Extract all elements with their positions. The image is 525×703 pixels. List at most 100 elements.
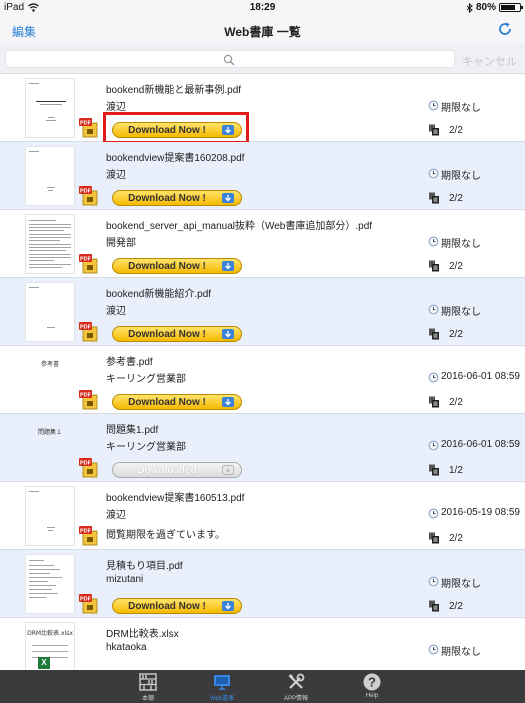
download-arrow-icon [222,601,234,611]
clock-icon [428,100,439,111]
document-owner: mizutani [106,574,144,585]
downloaded-button-label: Downloaded [137,465,197,476]
document-row[interactable]: PDF bookend新機能と最新事例.pdf 渡辺 Download Now … [0,74,525,144]
document-thumbnail [25,146,75,206]
document-owner: 渡辺 [106,306,126,317]
expiry-label: 2016-06-01 08:59 [441,439,520,450]
expiry-label: 期限なし [441,579,481,590]
download-now-button[interactable]: Download Now ! [112,190,242,206]
highlight-annotation [103,112,249,144]
document-owner: キーリング営業部 [106,442,186,453]
search-input[interactable] [5,50,455,68]
svg-text:PDF: PDF [80,256,92,262]
clock-icon [428,576,439,587]
tab-app-info[interactable]: APP情報 [266,670,326,703]
document-owner: hkataoka [106,642,147,653]
battery-percent: 80% [475,2,496,13]
document-row[interactable]: PDF 見積もり項目.pdf mizutani Download Now ! 期… [0,550,525,618]
document-name: 見積もり項目.pdf [106,561,183,572]
download-now-button[interactable]: Download Now ! [112,258,242,274]
document-row[interactable]: PDF bookend_server_api_manual抜粋（Web書庫追加部… [0,210,525,278]
view-count: 2/2 [449,329,463,340]
clock-icon [428,372,439,383]
document-thumbnail [25,78,75,138]
expiry-label: 2016-06-01 08:59 [441,371,520,382]
tab-bookshelf[interactable]: 本棚 [118,670,178,703]
clock-icon [428,644,439,655]
download-now-button[interactable]: Download Now ! [112,598,242,614]
refresh-icon[interactable] [497,21,513,37]
expired-notice: 閲覧期限を過ぎています。 [106,530,225,541]
device-count-icon [429,532,439,544]
view-count: 2/2 [449,125,463,136]
navigation-bar: 編集 Web書庫 一覧 [0,16,525,44]
pdf-icon: PDF [79,254,98,274]
download-now-button[interactable]: Download Now ! [112,326,242,342]
document-owner: 渡辺 [106,170,126,181]
thumbnail-text: 問題集１ [37,429,62,436]
svg-text:PDF: PDF [80,460,92,466]
document-row[interactable]: 問題集１ PDF 問題集1.pdf キーリング営業部 Downloaded 20… [0,414,525,482]
document-thumbnail: DRM比較表.xlsx X [25,622,75,670]
tab-help[interactable]: ? Help [342,670,402,703]
svg-text:PDF: PDF [80,120,92,126]
clock: 18:29 [249,2,276,13]
battery-fill [501,5,516,10]
view-count: 2/2 [449,397,463,408]
thumbnail-text: DRM比較表.xlsx [27,630,73,637]
status-bar: iPad 18:29 80% [0,0,525,16]
tools-icon [288,673,305,689]
device-count-icon [429,328,439,340]
tab-web-library[interactable]: Web書庫 [192,670,252,703]
pdf-icon: PDF [79,186,98,206]
download-arrow-icon [222,261,234,271]
document-owner: 渡辺 [106,510,126,521]
document-row[interactable]: PDF bookendview提案書160513.pdf 渡辺 閲覧期限を過ぎて… [0,482,525,550]
document-thumbnail: 問題集１ [25,418,75,478]
svg-text:?: ? [368,675,376,690]
expiry-label: 期限なし [441,647,481,658]
downloaded-button[interactable]: Downloaded [112,462,242,478]
download-button-label: Download Now ! [128,261,206,272]
expiry-label: 期限なし [441,239,481,250]
page-title: Web書庫 一覧 [224,25,301,39]
document-name: bookend新機能と最新事例.pdf [106,85,242,96]
document-row[interactable]: 参考書 PDF 参考書.pdf キーリング営業部 Download Now ! … [0,346,525,414]
download-arrow-icon [222,397,234,407]
battery-icon [499,3,523,12]
document-name: DRM比較表.xlsx [106,629,179,640]
clock-icon [428,304,439,315]
download-button-label: Download Now ! [128,329,206,340]
clock-icon [428,440,439,451]
document-row[interactable]: PDF bookend新機能紹介.pdf 渡辺 Download Now ! 期… [0,278,525,346]
document-thumbnail [25,214,75,274]
view-count: 2/2 [449,601,463,612]
pdf-icon: PDF [79,390,98,410]
document-name: bookend新機能紹介.pdf [106,289,212,300]
document-list: PDF bookend新機能と最新事例.pdf 渡辺 Download Now … [0,74,525,670]
expiry-label: 期限なし [441,307,481,318]
document-name: bookend_server_api_manual抜粋（Web書庫追加部分）.p… [106,221,373,232]
view-count: 2/2 [449,533,463,544]
document-name: 問題集1.pdf [106,425,159,436]
pdf-icon: PDF [79,526,98,546]
expiry-label: 期限なし [441,103,481,114]
search-cancel-button[interactable]: キャンセル [462,53,517,69]
document-thumbnail [25,554,75,614]
download-button-label: Download Now ! [128,397,206,408]
view-count: 2/2 [449,261,463,272]
device-count-icon [429,396,439,408]
document-thumbnail [25,282,75,342]
pdf-icon: PDF [79,594,98,614]
expiry-label: 期限なし [441,171,481,182]
download-now-button[interactable]: Download Now ! [112,394,242,410]
document-row[interactable]: DRM比較表.xlsx X DRM比較表.xlsx hkataoka 期限なし [0,618,525,670]
device-count-icon [429,464,439,476]
device-count-icon [429,600,439,612]
document-row[interactable]: PDF bookendview提案書160208.pdf 渡辺 Download… [0,142,525,210]
document-owner: 開発部 [106,238,136,249]
svg-text:PDF: PDF [80,392,92,398]
excel-icon: X [38,657,50,669]
expiry-label: 2016-05-19 08:59 [441,507,520,518]
tab-label: APP情報 [283,696,308,702]
